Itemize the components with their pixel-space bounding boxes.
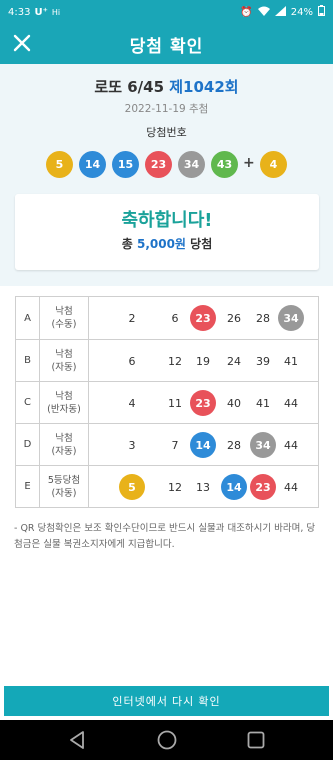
matched-number-ball: 23 <box>190 305 216 331</box>
ticket-number: 40 <box>227 396 241 410</box>
result-status: 낙첨 <box>55 348 73 360</box>
table-row: D 낙첨 (자동) 3 7 14 28 34 44 <box>16 423 318 465</box>
recents-icon[interactable] <box>244 728 268 752</box>
ticket-number: 4 <box>128 396 136 410</box>
winning-ball: 43 <box>211 151 238 178</box>
ticket-number: 19 <box>196 354 210 368</box>
ticket-number: 26 <box>227 311 241 325</box>
prize-prefix: 총 <box>121 237 133 251</box>
selection-mode: (자동) <box>51 445 77 457</box>
row-result-type: 낙첨 (자동) <box>40 340 89 381</box>
winning-ball: 5 <box>46 151 73 178</box>
row-label: E <box>16 466 40 507</box>
ticket-number: 28 <box>256 311 270 325</box>
row-result-type: 낙첨 (수동) <box>40 297 89 339</box>
row-label: C <box>16 382 40 423</box>
prize-suffix: 당첨 <box>190 237 213 251</box>
status-time: 4:33 <box>8 6 31 18</box>
ticket-number: 44 <box>284 438 298 452</box>
recheck-online-button[interactable]: 인터넷에서 다시 확인 <box>4 686 329 716</box>
ticket-number: 7 <box>171 438 179 452</box>
round-title: 로또 6/45 제1042회 <box>0 76 333 97</box>
selection-mode: (수동) <box>51 319 77 330</box>
battery-percent: 24% <box>290 6 313 18</box>
bonus-ball: 4 <box>260 151 287 178</box>
winning-ball: 23 <box>145 151 172 178</box>
ticket-number: 11 <box>168 396 182 410</box>
prize-amount: 5,000원 <box>136 237 186 251</box>
ticket-number: 2 <box>128 311 136 325</box>
winning-numbers-label: 당첨번호 <box>146 126 187 139</box>
result-card: 축하합니다! 총 5,000원 당첨 <box>15 194 319 270</box>
matched-number-ball: 14 <box>221 474 247 500</box>
ticket-number: 41 <box>256 396 270 410</box>
ticket-number: 13 <box>196 480 210 494</box>
selection-mode: (자동) <box>51 361 77 373</box>
table-row: B 낙첨 (자동) 6 12 19 24 39 41 <box>16 339 318 381</box>
ticket-number: 44 <box>284 480 298 494</box>
draw-date: 2022-11-19 추첨 <box>124 103 209 115</box>
system-nav-bar <box>0 720 333 760</box>
ticket-number: 12 <box>168 354 182 368</box>
row-label: A <box>16 297 40 339</box>
plus-sign: + <box>243 155 255 171</box>
app-bar: 당첨 확인 <box>0 24 333 64</box>
congrats-headline: 축하합니다! <box>121 210 213 231</box>
selection-mode: (반자동) <box>47 403 81 415</box>
home-icon[interactable] <box>155 728 179 752</box>
ticket-number: 41 <box>284 354 298 368</box>
row-result-type: 낙첨 (자동) <box>40 424 89 465</box>
result-status: 낙첨 <box>55 306 73 317</box>
matched-number-ball: 23 <box>250 474 276 500</box>
back-icon[interactable] <box>66 728 90 752</box>
row-label: B <box>16 340 40 381</box>
wifi-icon <box>257 6 270 19</box>
ticket-number: 39 <box>256 354 270 368</box>
ticket-number: 6 <box>128 354 136 368</box>
selection-mode: (자동) <box>51 487 77 499</box>
summary-panel: 로또 6/45 제1042회 2022-11-19 추첨 당첨번호 5 14 1… <box>0 64 333 286</box>
battery-icon <box>318 5 325 19</box>
row-result-type: 5등당첨 (자동) <box>40 466 89 507</box>
matched-number-ball: 14 <box>190 432 216 458</box>
network-label: Hi <box>51 7 61 17</box>
row-result-type: 낙첨 (반자동) <box>40 382 89 423</box>
matched-number-ball: 34 <box>250 432 276 458</box>
winning-ball: 14 <box>79 151 106 178</box>
table-row: E 5등당첨 (자동) 5 12 13 14 23 44 <box>16 465 318 507</box>
ticket-number: 24 <box>227 354 241 368</box>
ticket-number: 28 <box>227 438 241 452</box>
matched-number-ball: 34 <box>278 305 304 331</box>
status-bar: 4:33 U⁺ Hi ⏰ 24% <box>0 0 333 24</box>
winning-ball: 15 <box>112 151 139 178</box>
ticket-number: 12 <box>168 480 182 494</box>
ticket-number: 3 <box>128 438 136 452</box>
matched-number-ball: 23 <box>190 390 216 416</box>
alarm-icon: ⏰ <box>240 6 253 18</box>
prize-line: 총 5,000원 당첨 <box>15 235 319 252</box>
game-name: 로또 6/45 <box>94 78 165 96</box>
result-status: 5등당첨 <box>47 474 81 486</box>
ticket-number: 44 <box>284 396 298 410</box>
carrier-label: U⁺ <box>34 6 48 18</box>
ticket-number: 6 <box>171 311 179 325</box>
signal-icon <box>274 5 286 19</box>
matched-number-ball: 5 <box>119 474 145 500</box>
row-label: D <box>16 424 40 465</box>
table-row: A 낙첨 (수동) 2 6 23 26 28 34 <box>16 297 318 339</box>
result-status: 낙첨 <box>55 432 73 444</box>
round-number: 제1042회 <box>169 78 239 96</box>
ticket-results-table: A 낙첨 (수동) 2 6 23 26 28 34 B 낙첨 (자동) 6 12 19 24 39… <box>15 296 319 508</box>
table-row: C 낙첨 (반자동) 4 11 23 40 41 44 <box>16 381 318 423</box>
winning-ball: 34 <box>178 151 205 178</box>
qr-notice: - QR 당첨확인은 보조 확인수단이므로 반드시 실물과 대조하시기 바라며,… <box>14 523 316 550</box>
result-status: 낙첨 <box>55 390 73 402</box>
page-title: 당첨 확인 <box>129 37 204 57</box>
